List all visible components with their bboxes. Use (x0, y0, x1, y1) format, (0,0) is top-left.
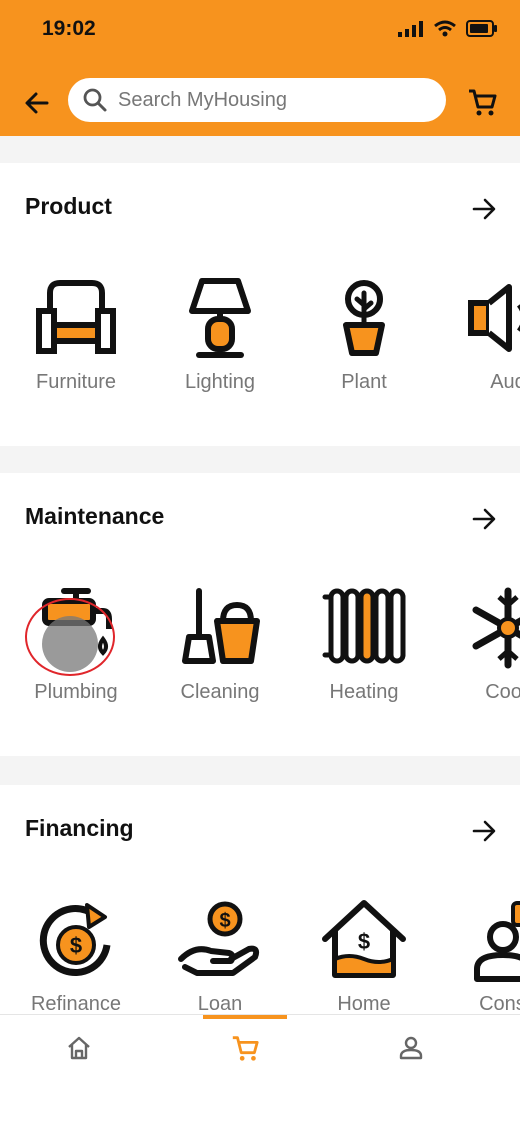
category-plumbing[interactable]: Plumbing (4, 585, 148, 704)
signal-icon (398, 20, 423, 37)
category-home[interactable]: $ Home (292, 897, 436, 1015)
category-label: Home (337, 993, 391, 1015)
lamp-icon (189, 278, 251, 358)
nav-profile[interactable] (394, 1031, 428, 1065)
house-dollar-icon: $ (322, 900, 406, 978)
category-lighting[interactable]: Lighting (148, 275, 292, 394)
consultant-icon (474, 901, 520, 982)
product-see-all-button[interactable] (468, 193, 500, 225)
category-label: Furniture (35, 371, 117, 393)
category-loan[interactable]: $ Loan (148, 897, 292, 1015)
product-section: Product Furniture Lighting Plant Au (0, 163, 520, 446)
search-placeholder: Search MyHousing (118, 88, 287, 111)
cart-icon (232, 1036, 259, 1061)
home-icon (68, 1036, 90, 1060)
category-label: Cleaning (180, 681, 260, 703)
nav-cart[interactable] (228, 1031, 262, 1065)
app-header: 19:02 Search MyHousing (0, 0, 520, 136)
category-label: Plumbing (34, 681, 118, 703)
category-heating[interactable]: Heating (292, 585, 436, 704)
category-consultant[interactable]: Consu (436, 897, 520, 1015)
bottom-navigation (0, 1014, 520, 1126)
arrow-right-icon (472, 508, 496, 530)
battery-icon (466, 20, 497, 37)
category-furniture[interactable]: Furniture (4, 275, 148, 394)
potted-plant-icon (343, 280, 385, 356)
cart-button[interactable] (464, 84, 500, 120)
category-audio[interactable]: Aud (436, 275, 520, 394)
radiator-icon (322, 588, 406, 664)
category-cleaning[interactable]: Cleaning (148, 585, 292, 704)
financing-section: Financing $ Refinance $ Loan $ Home Con (0, 785, 520, 1015)
wifi-icon (434, 20, 456, 37)
arrow-right-icon (472, 820, 496, 842)
hand-coin-icon: $ (178, 901, 260, 976)
cart-icon (469, 89, 497, 116)
person-icon (399, 1036, 423, 1060)
category-refinance[interactable]: $ Refinance (4, 897, 148, 1015)
armchair-icon (36, 280, 116, 354)
broom-bucket-icon (182, 588, 260, 664)
category-label: Lighting (184, 371, 256, 393)
category-cooling[interactable]: Cooli (436, 585, 520, 704)
svg-text:$: $ (70, 933, 82, 958)
status-icons (398, 20, 498, 37)
category-plant[interactable]: Plant (292, 275, 436, 394)
maintenance-section-title: Maintenance (25, 503, 165, 529)
nav-home[interactable] (62, 1031, 96, 1065)
category-label: Plant (341, 371, 387, 393)
snowflake-icon (472, 587, 520, 669)
status-time: 19:02 (42, 17, 96, 40)
category-label: Consu (479, 993, 520, 1015)
maintenance-section: Maintenance Plumbing Cleaning Heating Co… (0, 473, 520, 756)
active-tab-indicator (203, 1015, 287, 1019)
faucet-icon (42, 588, 112, 656)
category-label: Aud (490, 371, 520, 393)
category-label: Cooli (485, 681, 520, 703)
svg-text:$: $ (219, 910, 230, 932)
financing-section-title: Financing (25, 815, 134, 841)
back-arrow-icon (25, 92, 49, 114)
maintenance-see-all-button[interactable] (468, 503, 500, 535)
search-icon (83, 88, 107, 112)
category-label: Loan (197, 993, 243, 1015)
financing-see-all-button[interactable] (468, 815, 500, 847)
category-label: Heating (329, 681, 399, 703)
back-button[interactable] (20, 86, 54, 120)
speaker-icon (468, 284, 520, 352)
refinance-icon: $ (39, 903, 111, 977)
svg-text:$: $ (358, 929, 370, 954)
search-input[interactable]: Search MyHousing (68, 78, 446, 122)
arrow-right-icon (472, 198, 496, 220)
category-label: Refinance (30, 993, 122, 1015)
product-section-title: Product (25, 193, 112, 219)
